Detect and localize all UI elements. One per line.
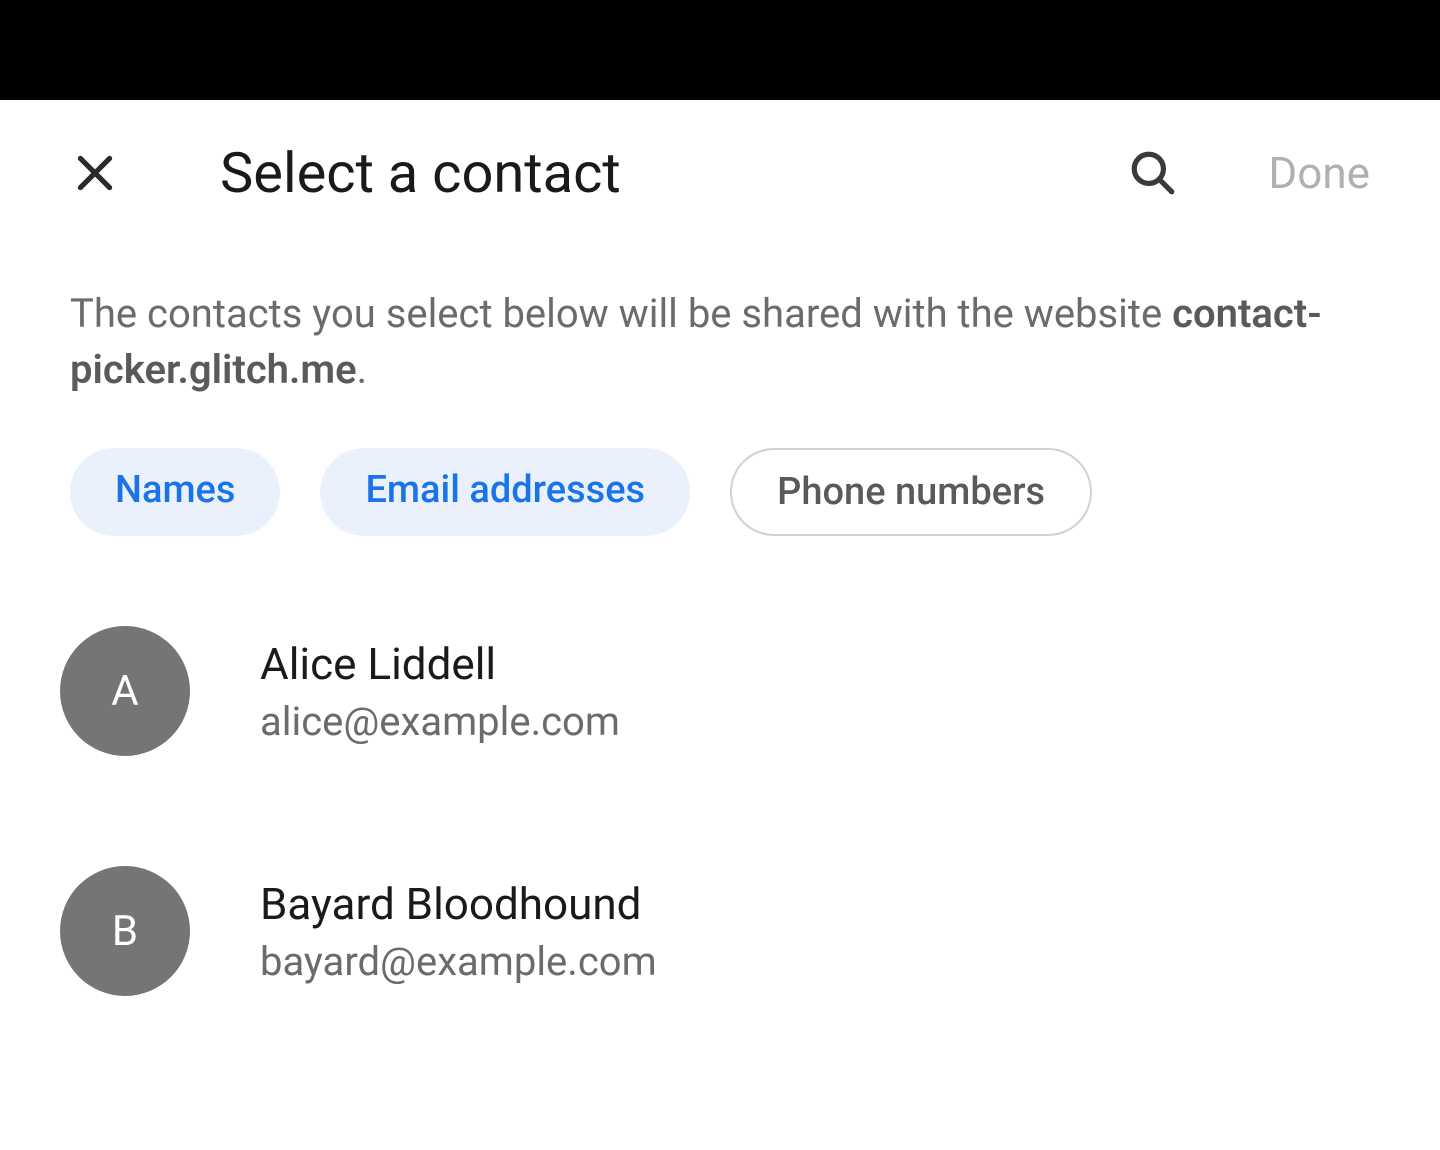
description-suffix: . bbox=[357, 346, 368, 393]
chip-phone-numbers[interactable]: Phone numbers bbox=[730, 448, 1092, 536]
close-icon bbox=[70, 148, 120, 198]
contact-email: alice@example.com bbox=[260, 698, 620, 745]
status-bar bbox=[0, 0, 1440, 100]
contact-info: Alice Liddell alice@example.com bbox=[260, 638, 620, 745]
page-title: Select a contact bbox=[220, 140, 1088, 206]
description-prefix: The contacts you select below will be sh… bbox=[70, 290, 1172, 337]
contact-name: Bayard Bloodhound bbox=[260, 878, 657, 930]
contact-email: bayard@example.com bbox=[260, 938, 657, 985]
search-icon bbox=[1128, 148, 1178, 198]
contact-name: Alice Liddell bbox=[260, 638, 620, 690]
close-button[interactable] bbox=[70, 148, 120, 198]
chip-email-addresses[interactable]: Email addresses bbox=[320, 448, 690, 536]
share-description: The contacts you select below will be sh… bbox=[0, 246, 1440, 448]
avatar: A bbox=[60, 626, 190, 756]
done-button[interactable]: Done bbox=[1268, 147, 1370, 199]
contact-item[interactable]: A Alice Liddell alice@example.com bbox=[60, 596, 1380, 786]
contact-list: A Alice Liddell alice@example.com B Baya… bbox=[0, 596, 1440, 1026]
filter-chips: Names Email addresses Phone numbers bbox=[0, 448, 1440, 596]
search-button[interactable] bbox=[1128, 148, 1178, 198]
contact-info: Bayard Bloodhound bayard@example.com bbox=[260, 878, 657, 985]
chip-names[interactable]: Names bbox=[70, 448, 280, 536]
contact-item[interactable]: B Bayard Bloodhound bayard@example.com bbox=[60, 836, 1380, 1026]
avatar: B bbox=[60, 866, 190, 996]
header: Select a contact Done bbox=[0, 100, 1440, 246]
